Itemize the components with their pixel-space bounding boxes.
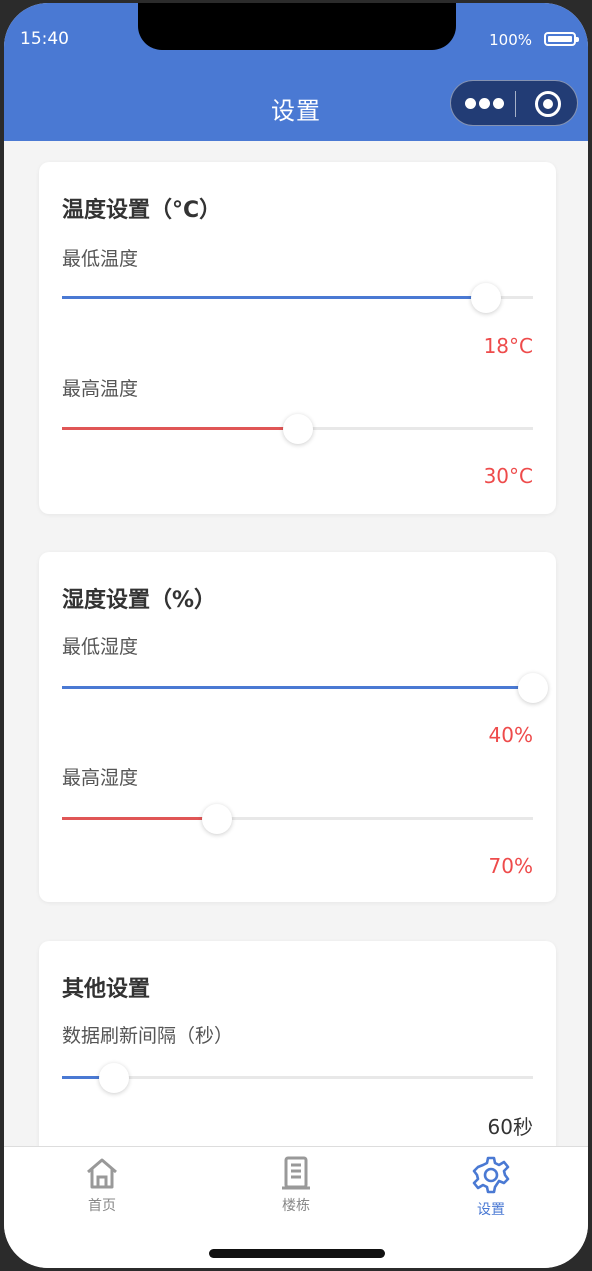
tab-settings[interactable]: 设置 xyxy=(431,1155,551,1219)
gear-icon xyxy=(472,1156,510,1194)
min-humidity-label: 最低湿度 xyxy=(62,636,139,658)
notch xyxy=(138,3,456,50)
tab-building[interactable]: 楼栋 xyxy=(236,1155,356,1215)
battery-percentage: 100% xyxy=(489,31,532,49)
other-settings-card: 其他设置 数据刷新间隔（秒） 60秒 xyxy=(39,941,556,1146)
mini-program-capsule xyxy=(450,80,578,126)
status-time: 15:40 xyxy=(20,29,69,49)
close-mini-program-icon[interactable] xyxy=(535,91,561,117)
min-humidity-value: 40% xyxy=(488,723,533,747)
max-temperature-thumb[interactable] xyxy=(282,414,313,444)
home-icon xyxy=(87,1158,117,1189)
max-humidity-label: 最高湿度 xyxy=(62,767,139,789)
building-icon xyxy=(282,1156,310,1190)
min-temperature-label: 最低温度 xyxy=(62,248,139,270)
top-bar: 15:40 100% 设置 xyxy=(4,3,588,141)
tab-home-label: 首页 xyxy=(88,1198,116,1214)
min-temperature-slider[interactable] xyxy=(62,283,533,313)
battery-icon xyxy=(544,32,579,46)
max-temperature-label: 最高温度 xyxy=(62,378,139,400)
capsule-divider xyxy=(515,91,516,117)
tab-settings-label: 设置 xyxy=(477,1202,505,1218)
min-humidity-thumb[interactable] xyxy=(518,673,548,703)
temperature-card: 温度设置（°C） 最低温度 18°C 最高温度 30°C xyxy=(39,162,556,514)
max-temperature-slider[interactable] xyxy=(62,414,533,444)
settings-content[interactable]: 温度设置（°C） 最低温度 18°C 最高温度 30°C 湿度设置（%） 最低湿… xyxy=(4,141,588,1146)
min-temperature-value: 18°C xyxy=(483,334,533,358)
other-settings-title: 其他设置 xyxy=(62,977,151,1002)
humidity-title: 湿度设置（%） xyxy=(62,588,217,613)
max-temperature-value: 30°C xyxy=(483,464,533,488)
humidity-card: 湿度设置（%） 最低湿度 40% 最高湿度 70% xyxy=(39,552,556,902)
tab-home[interactable]: 首页 xyxy=(42,1155,162,1215)
tab-building-label: 楼栋 xyxy=(282,1198,310,1214)
refresh-interval-value: 60秒 xyxy=(487,1115,533,1139)
min-humidity-slider[interactable] xyxy=(62,673,548,703)
max-humidity-value: 70% xyxy=(488,854,533,878)
refresh-interval-label: 数据刷新间隔（秒） xyxy=(62,1025,234,1047)
tab-bar: 首页 楼栋 设置 xyxy=(4,1146,588,1268)
max-humidity-slider[interactable] xyxy=(62,804,533,834)
more-icon[interactable] xyxy=(465,98,505,110)
phone-frame: 15:40 100% 设置 温度设置（°C） 最低温度 18°C 最高温度 30… xyxy=(4,3,588,1268)
min-temperature-thumb[interactable] xyxy=(470,283,501,313)
max-humidity-thumb[interactable] xyxy=(202,804,233,834)
home-indicator xyxy=(209,1249,385,1258)
temperature-title: 温度设置（°C） xyxy=(62,198,222,223)
refresh-interval-thumb[interactable] xyxy=(98,1063,129,1093)
refresh-interval-slider[interactable] xyxy=(62,1063,533,1093)
